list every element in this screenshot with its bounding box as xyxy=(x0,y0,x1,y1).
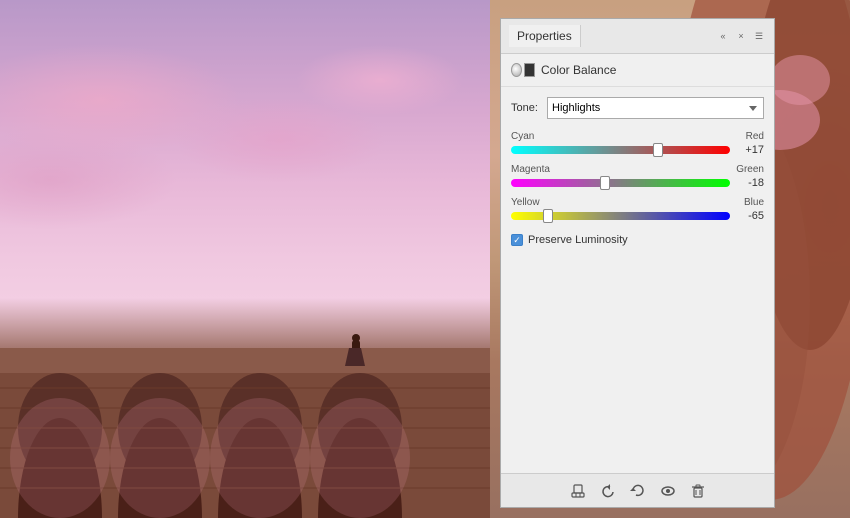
tone-label: Tone: xyxy=(511,102,541,114)
close-icon: × xyxy=(738,31,743,41)
preserve-luminosity-checkbox[interactable]: ✓ xyxy=(511,234,523,246)
preserve-luminosity-row: ✓ Preserve Luminosity xyxy=(511,234,764,246)
magenta-green-row: Magenta Green -18 xyxy=(511,164,764,189)
magenta-green-value: -18 xyxy=(736,177,764,189)
magenta-green-thumb[interactable] xyxy=(600,176,610,190)
yellow-blue-track[interactable] xyxy=(511,212,730,220)
yellow-blue-thumb[interactable] xyxy=(543,209,553,223)
cyan-red-labels: Cyan Red xyxy=(511,131,764,142)
blue-label: Blue xyxy=(744,197,764,208)
bg-clouds xyxy=(0,20,490,320)
color-balance-icon xyxy=(511,62,535,78)
panel-toolbar xyxy=(501,473,774,507)
icon-circle xyxy=(511,63,522,77)
panel-content: Tone: Shadows Midtones Highlights Cyan R… xyxy=(501,87,774,473)
yellow-blue-value: -65 xyxy=(736,210,764,222)
properties-panel: Properties « × ☰ Color Balance Tone: Sha… xyxy=(500,18,775,508)
magenta-green-track[interactable] xyxy=(511,179,730,187)
prev-svg xyxy=(600,483,616,499)
cyan-red-value: +17 xyxy=(736,144,764,156)
sliders-section: Cyan Red +17 Magenta Green xyxy=(511,131,764,222)
cyan-red-track[interactable] xyxy=(511,146,730,154)
color-balance-header: Color Balance xyxy=(501,54,774,87)
yellow-blue-track-container: -65 xyxy=(511,210,764,222)
trash-svg xyxy=(690,483,706,499)
delete-icon[interactable] xyxy=(689,482,707,500)
reset-icon[interactable] xyxy=(629,482,647,500)
tone-select[interactable]: Shadows Midtones Highlights xyxy=(547,97,764,119)
color-balance-title: Color Balance xyxy=(541,63,616,77)
yellow-blue-row: Yellow Blue -65 xyxy=(511,197,764,222)
menu-icon: ☰ xyxy=(755,31,763,42)
close-panel-button[interactable]: × xyxy=(734,29,748,43)
magenta-label: Magenta xyxy=(511,164,550,175)
preserve-luminosity-label: Preserve Luminosity xyxy=(528,234,628,246)
red-label: Red xyxy=(746,131,764,142)
reset-svg xyxy=(630,483,646,499)
green-label: Green xyxy=(736,164,764,175)
check-icon: ✓ xyxy=(513,236,521,245)
collapse-icon: « xyxy=(720,31,725,41)
visibility-icon[interactable] xyxy=(659,482,677,500)
tone-row: Tone: Shadows Midtones Highlights xyxy=(511,97,764,119)
cyan-red-thumb[interactable] xyxy=(653,143,663,157)
yellow-label: Yellow xyxy=(511,197,540,208)
menu-button[interactable]: ☰ xyxy=(752,29,766,43)
previous-state-icon[interactable] xyxy=(599,482,617,500)
clip-svg xyxy=(570,483,586,499)
yellow-blue-labels: Yellow Blue xyxy=(511,197,764,208)
arch-container xyxy=(0,318,490,518)
cyan-red-track-container: +17 xyxy=(511,144,764,156)
properties-tab[interactable]: Properties xyxy=(509,25,581,47)
panel-controls: « × ☰ xyxy=(716,29,766,43)
panel-header: Properties « × ☰ xyxy=(501,19,774,54)
collapse-panel-button[interactable]: « xyxy=(716,29,730,43)
cyan-red-row: Cyan Red +17 xyxy=(511,131,764,156)
icon-square xyxy=(524,63,535,77)
magenta-green-labels: Magenta Green xyxy=(511,164,764,175)
clip-icon[interactable] xyxy=(569,482,587,500)
cyan-label: Cyan xyxy=(511,131,534,142)
bridge-svg xyxy=(0,318,490,518)
eye-svg xyxy=(660,483,676,499)
magenta-green-track-container: -18 xyxy=(511,177,764,189)
